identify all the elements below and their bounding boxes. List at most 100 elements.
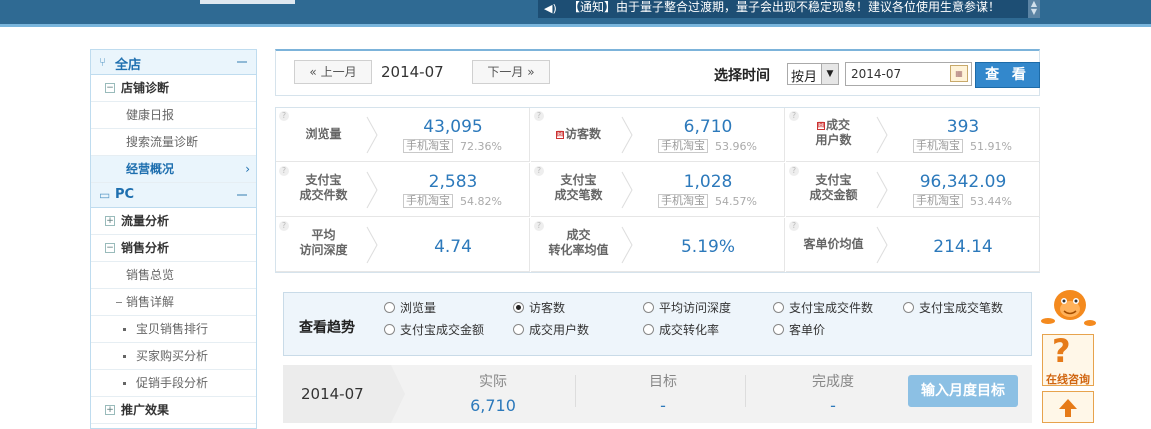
sidebar-item-sales-overview[interactable]: 销售总览: [91, 262, 256, 289]
trend-radio-label: 支付宝成交金额: [400, 323, 485, 337]
mobile-taobao-badge: 手机淘宝: [403, 139, 453, 153]
sidebar-item-promo-effect[interactable]: + 推广效果: [91, 397, 256, 424]
prev-month-label: 上一月: [320, 65, 357, 79]
trend-radio-option[interactable]: 成交转化率: [643, 322, 719, 338]
mobile-taobao-badge: 手机淘宝: [658, 194, 708, 208]
query-button[interactable]: 查 看: [975, 62, 1040, 88]
completion-block: 完成度 -: [748, 371, 918, 415]
mobile-share-pct: 53.44%: [970, 195, 1012, 208]
back-to-top-button[interactable]: [1042, 391, 1094, 423]
sidebar-item-traffic-analysis[interactable]: + 流量分析: [91, 208, 256, 235]
sidebar-item-sales-analysis[interactable]: − 销售分析: [91, 235, 256, 262]
target-month: 2014-07: [283, 365, 391, 423]
expand-box-icon[interactable]: +: [105, 405, 115, 415]
metric-label-line2: 成交金额: [809, 188, 858, 202]
actual-label: 实际: [479, 374, 507, 390]
question-mark-icon: ?: [1052, 332, 1071, 370]
trend-radio-option[interactable]: 平均访问深度: [643, 300, 731, 316]
collapse-icon[interactable]: [237, 194, 247, 196]
metric-label-line2: 成交件数: [299, 188, 348, 202]
radio-circle-icon[interactable]: [513, 324, 524, 335]
collapse-icon[interactable]: [237, 61, 247, 63]
expand-box-icon[interactable]: +: [105, 216, 115, 226]
radio-circle-icon[interactable]: [384, 302, 395, 313]
metric-label-line2: 转化率均值: [548, 243, 609, 257]
radio-circle-icon[interactable]: [513, 302, 524, 313]
collapse-box-icon[interactable]: −: [105, 243, 115, 253]
sidebar-item-label: 店铺诊断: [121, 81, 170, 95]
trend-radio-option[interactable]: 成交用户数: [513, 322, 589, 338]
prev-month-button[interactable]: « 上一月: [294, 60, 372, 84]
trend-radio-option[interactable]: 支付宝成交笔数: [903, 300, 1003, 316]
metric-label: 回访客数: [531, 127, 626, 142]
sidebar-item-buyer-analysis[interactable]: 买家购买分析: [91, 343, 256, 370]
bullet-dot: [123, 355, 126, 358]
metric-label-line1: 支付宝: [305, 173, 342, 187]
sidebar-section-shop[interactable]: ⑂ 全店: [91, 50, 256, 75]
month-arrow-shape: [391, 365, 405, 423]
calendar-icon[interactable]: ▦: [950, 65, 968, 82]
bullet-dot: [123, 328, 126, 331]
monitor-icon: ▭: [99, 188, 111, 202]
top-bar: ◀) 【通知】由于量子整合过渡期，量子会出现不稳定现象！建议各位使用生意参谋！ …: [0, 0, 1151, 27]
radio-circle-icon[interactable]: [773, 302, 784, 313]
sidebar-item-label: 推广效果: [121, 403, 170, 417]
mascot-icon[interactable]: [1040, 283, 1100, 333]
metric-value: 1,028: [683, 172, 733, 192]
trend-radio-option[interactable]: 浏览量: [384, 300, 436, 316]
help-icon[interactable]: ?: [279, 111, 289, 121]
trend-radio-option[interactable]: 支付宝成交件数: [773, 300, 873, 316]
sidebar-item-search-traffic[interactable]: 搜索流量诊断: [91, 129, 256, 156]
dropdown-arrow-icon[interactable]: ▼: [821, 64, 838, 84]
radio-circle-icon[interactable]: [773, 324, 784, 335]
help-icon[interactable]: ?: [789, 221, 799, 231]
sidebar-item-health-daily[interactable]: 健康日报: [91, 102, 256, 129]
radio-circle-icon[interactable]: [384, 324, 395, 335]
sidebar-item-promotion-analysis[interactable]: 促销手段分析: [91, 370, 256, 397]
notice-scroll-icon[interactable]: ▲ ▼: [1028, 0, 1040, 18]
sidebar-item-label: 搜索流量诊断: [126, 135, 199, 149]
metric-value: 2,583: [428, 172, 478, 192]
trend-radio-label: 支付宝成交件数: [789, 301, 874, 315]
sidebar: ⑂ 全店 − 店铺诊断 健康日报 搜索流量诊断 经营概况 › ▭ PC + 流量…: [90, 49, 257, 429]
actual-block: 实际 6,710: [408, 371, 578, 415]
target-panel: 2014-07 实际 6,710 目标 - 完成度 - 输入月度目标: [283, 365, 1032, 423]
sidebar-item-shop-diagnosis[interactable]: − 店铺诊断: [91, 75, 256, 102]
metric-value: 4.74: [434, 237, 472, 257]
metric-label-line2: 访问深度: [299, 243, 348, 257]
trend-radio-option[interactable]: 访客数: [513, 300, 565, 316]
sidebar-item-sales-detail[interactable]: 销售详解: [91, 289, 256, 316]
notice-bar: ◀) 【通知】由于量子整合过渡期，量子会出现不稳定现象！建议各位使用生意参谋！ …: [538, 0, 1040, 18]
radio-circle-icon[interactable]: [643, 302, 654, 313]
metric-label: 客单价均值: [786, 237, 881, 252]
mobile-taobao-badge: 手机淘宝: [403, 194, 453, 208]
set-monthly-target-button[interactable]: 输入月度目标: [908, 375, 1018, 407]
collapse-box-icon[interactable]: −: [105, 83, 115, 93]
next-month-button[interactable]: 下一月 »: [472, 60, 550, 84]
mobile-share-pct: 54.57%: [715, 195, 757, 208]
metric-cell: ? 回成交 用户数 393 手机淘宝 51.91%: [786, 108, 1040, 162]
radio-circle-icon[interactable]: [903, 302, 914, 313]
notice-text[interactable]: 【通知】由于量子整合过渡期，量子会出现不稳定现象！建议各位使用生意参谋！: [568, 0, 1000, 14]
sidebar-section-pc[interactable]: ▭ PC: [91, 183, 256, 208]
sidebar-item-label: 宝贝销售排行: [136, 322, 209, 336]
radio-circle-icon[interactable]: [643, 324, 654, 335]
help-icon[interactable]: ?: [534, 111, 544, 121]
sidebar-item-business-overview[interactable]: 经营概况 ›: [91, 156, 256, 183]
online-consult-button[interactable]: ? 在线咨询: [1042, 332, 1094, 386]
metric-label-line1: 成交: [825, 118, 850, 132]
sidebar-item-label: 买家购买分析: [136, 349, 209, 363]
trend-radio-option[interactable]: 客单价: [773, 322, 825, 338]
time-mode-select[interactable]: 按月 ▼: [787, 63, 839, 85]
select-time-label: 选择时间: [714, 68, 770, 84]
metric-label-line1: 客单价均值: [803, 237, 864, 251]
goal-label: 目标: [649, 374, 677, 390]
double-chevron-right-icon: »: [527, 65, 535, 79]
metric-cell: ? 平均 访问深度 4.74: [276, 218, 530, 272]
trend-radio-label: 支付宝成交笔数: [919, 301, 1004, 315]
top-tab-stub[interactable]: [200, 0, 295, 4]
metric-cell: ? 浏览量 43,095 手机淘宝 72.36%: [276, 108, 530, 162]
trend-radio-option[interactable]: 支付宝成交金额: [384, 322, 484, 338]
sidebar-item-label: 健康日报: [126, 108, 175, 122]
sidebar-item-item-ranking[interactable]: 宝贝销售排行: [91, 316, 256, 343]
